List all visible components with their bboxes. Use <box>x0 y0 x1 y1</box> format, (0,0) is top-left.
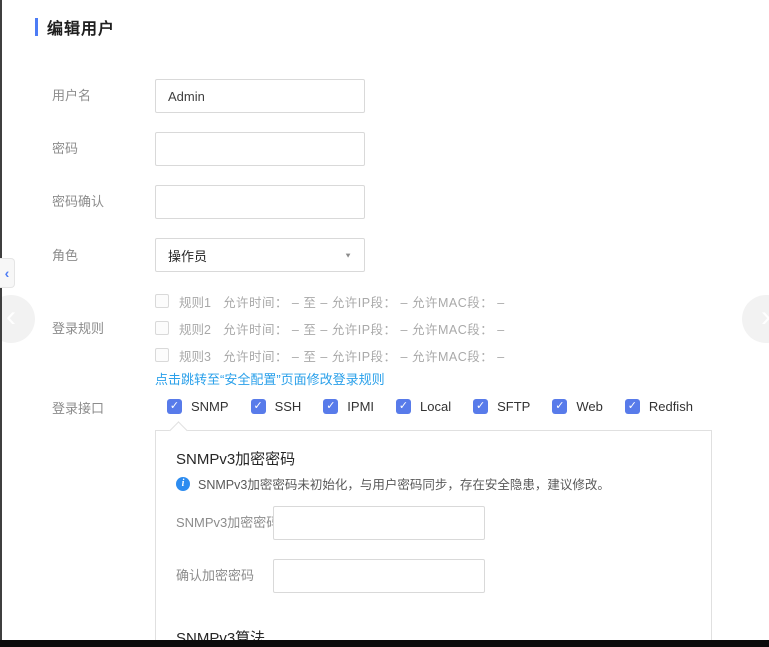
carousel-next-button[interactable]: › <box>742 295 769 343</box>
interface-ipmi-checkbox[interactable]: ✓ IPMI <box>323 399 374 414</box>
snmpv3-panel: SNMPv3加密密码 i SNMPv3加密密码未初始化，与用户密码同步，存在安全… <box>155 430 712 647</box>
interface-sftp-label: SFTP <box>497 399 530 414</box>
snmpv3-password-input[interactable] <box>273 506 485 540</box>
login-interfaces-row: ✓ SNMP ✓ SSH ✓ IPMI ✓ Local ✓ SFTP ✓ Web… <box>167 399 693 414</box>
password-confirm-label: 密码确认 <box>52 194 104 209</box>
checkbox-checked-icon: ✓ <box>552 399 567 414</box>
password-label: 密码 <box>52 141 78 156</box>
panel-notch <box>169 421 187 439</box>
interface-sftp-checkbox[interactable]: ✓ SFTP <box>473 399 530 414</box>
role-select[interactable]: 操作员 ▼ <box>155 238 365 272</box>
interface-web-label: Web <box>576 399 603 414</box>
interface-redfish-checkbox[interactable]: ✓ Redfish <box>625 399 693 414</box>
rule3-name: 规则3 <box>179 346 211 365</box>
snmpv3-password-confirm-label: 确认加密密码 <box>176 568 254 583</box>
password-confirm-input[interactable] <box>155 185 365 219</box>
rule3-checkbox[interactable] <box>155 348 169 362</box>
login-interfaces-label: 登录接口 <box>52 401 104 416</box>
chevron-right-icon: › <box>761 302 769 332</box>
username-label: 用户名 <box>52 88 91 103</box>
rule2-checkbox[interactable] <box>155 321 169 335</box>
page-title: 编辑用户 <box>35 15 115 39</box>
interface-snmp-checkbox[interactable]: ✓ SNMP <box>167 399 229 414</box>
password-input[interactable] <box>155 132 365 166</box>
checkbox-checked-icon: ✓ <box>167 399 182 414</box>
rule2-name: 规则2 <box>179 319 211 338</box>
rule2-detail: 允许时间： – 至 – 允许IP段： – 允许MAC段： – <box>223 319 505 338</box>
snmpv3-info-banner: i SNMPv3加密密码未初始化，与用户密码同步，存在安全隐患，建议修改。 <box>176 474 610 493</box>
snmpv3-info-text: SNMPv3加密密码未初始化，与用户密码同步，存在安全隐患，建议修改。 <box>198 474 610 493</box>
checkbox-checked-icon: ✓ <box>251 399 266 414</box>
rule1-checkbox[interactable] <box>155 294 169 308</box>
window-bottom-edge <box>0 640 769 647</box>
interface-redfish-label: Redfish <box>649 399 693 414</box>
page-title-text: 编辑用户 <box>47 15 115 39</box>
role-label: 角色 <box>52 248 78 263</box>
interface-local-label: Local <box>420 399 451 414</box>
edit-user-page: 编辑用户 用户名 密码 密码确认 角色 操作员 ▼ 登录规则 规则1 允许时间：… <box>0 0 769 647</box>
checkbox-checked-icon: ✓ <box>625 399 640 414</box>
role-selected-value: 操作员 <box>168 246 207 265</box>
login-rule-row: 规则2 允许时间： – 至 – 允许IP段： – 允许MAC段： – <box>155 315 505 341</box>
interface-local-checkbox[interactable]: ✓ Local <box>396 399 451 414</box>
username-input[interactable] <box>155 79 365 113</box>
rule1-name: 规则1 <box>179 292 211 311</box>
interface-snmp-label: SNMP <box>191 399 229 414</box>
snmpv3-password-label: SNMPv3加密密码 <box>176 515 279 530</box>
interface-ipmi-label: IPMI <box>347 399 374 414</box>
snmpv3-panel-title: SNMPv3加密密码 <box>176 448 295 469</box>
chevron-left-icon: ‹ <box>5 265 10 281</box>
interface-ssh-label: SSH <box>275 399 302 414</box>
login-rules-label: 登录规则 <box>52 321 104 336</box>
chevron-left-icon: ‹ <box>6 302 16 332</box>
info-circle-icon: i <box>176 477 190 491</box>
rule3-detail: 允许时间： – 至 – 允许IP段： – 允许MAC段： – <box>223 346 505 365</box>
title-accent-bar <box>35 18 38 36</box>
rule1-detail: 允许时间： – 至 – 允许IP段： – 允许MAC段： – <box>223 292 505 311</box>
checkbox-checked-icon: ✓ <box>396 399 411 414</box>
sidebar-collapse-handle[interactable]: ‹ <box>0 258 15 288</box>
snmpv3-password-confirm-input[interactable] <box>273 559 485 593</box>
login-rule-row: 规则1 允许时间： – 至 – 允许IP段： – 允许MAC段： – <box>155 288 505 314</box>
login-rule-row: 规则3 允许时间： – 至 – 允许IP段： – 允许MAC段： – <box>155 342 505 368</box>
window-left-edge <box>0 0 2 647</box>
checkbox-checked-icon: ✓ <box>473 399 488 414</box>
checkbox-checked-icon: ✓ <box>323 399 338 414</box>
interface-ssh-checkbox[interactable]: ✓ SSH <box>251 399 302 414</box>
security-config-link[interactable]: 点击跳转至“安全配置”页面修改登录规则 <box>155 369 385 388</box>
carousel-prev-button[interactable]: ‹ <box>0 295 35 343</box>
chevron-down-icon: ▼ <box>344 251 352 259</box>
interface-web-checkbox[interactable]: ✓ Web <box>552 399 603 414</box>
